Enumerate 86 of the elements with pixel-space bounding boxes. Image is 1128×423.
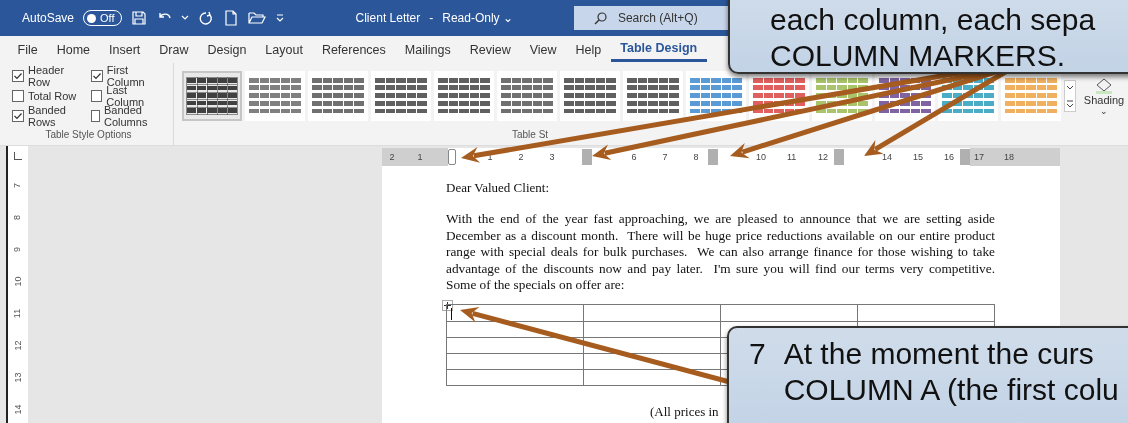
autosave-label: AutoSave (22, 11, 75, 25)
callout-text: COLUMN A (the first colu (783, 372, 1119, 408)
ruler-number: 8 (692, 152, 700, 162)
ruler-number: 3 (548, 152, 556, 162)
ruler-number: 11 (787, 152, 795, 162)
ruler-number: 11 (11, 308, 24, 319)
table-style-thumbnail[interactable] (1001, 71, 1061, 121)
ruler-number: 7 (11, 183, 24, 188)
ruler-number: 9 (11, 247, 24, 252)
ruler-number: 6 (630, 152, 638, 162)
ruler-number: 17 (974, 152, 982, 162)
indent-marker-icon[interactable] (448, 149, 456, 165)
option-checkbox[interactable]: First Column (90, 67, 165, 85)
table-style-thumbnail[interactable] (497, 71, 557, 121)
ribbon-tab[interactable]: Home (47, 37, 100, 62)
option-checkbox[interactable]: Banded Rows (12, 107, 81, 125)
shading-icon (1095, 78, 1113, 94)
group-label: Table St (512, 129, 549, 140)
column-marker[interactable] (960, 149, 970, 165)
ruler-number: 2 (517, 152, 525, 162)
redo-icon[interactable] (197, 10, 214, 26)
checkbox[interactable] (12, 110, 24, 122)
save-icon[interactable] (130, 10, 147, 26)
checkbox[interactable] (90, 70, 103, 82)
option-checkbox[interactable]: Banded Columns (90, 107, 165, 125)
read-only-menu[interactable]: Read-Only ⌄ (442, 11, 513, 25)
ruler-number: 14 (11, 404, 24, 415)
shading-button[interactable]: Shading ⌄ (1084, 78, 1128, 126)
checkbox[interactable] (12, 90, 24, 102)
caret-icon[interactable] (180, 14, 189, 22)
text-cursor (451, 307, 452, 320)
option-checkbox[interactable]: Total Row (12, 87, 81, 105)
group-label: Table Style Options (45, 129, 132, 140)
checkbox[interactable] (90, 110, 100, 122)
table-move-icon[interactable] (442, 299, 453, 311)
table-style-thumbnail[interactable] (182, 71, 242, 121)
ruler-number: 12 (818, 152, 826, 162)
ruler-number: 14 (882, 152, 890, 162)
new-document-icon[interactable] (222, 10, 239, 26)
table-style-thumbnail[interactable] (560, 71, 620, 121)
customize-icon[interactable] (274, 13, 285, 23)
ribbon-tab[interactable]: View (520, 37, 567, 62)
callout-text: At the moment the curs (783, 336, 1095, 372)
step-number: 7 (749, 336, 766, 372)
ribbon-tab[interactable]: Mailings (395, 37, 461, 62)
ribbon-tab[interactable]: Draw (149, 37, 198, 62)
callout-text: COLUMN MARKERS. (770, 38, 1067, 74)
ruler-number: 15 (913, 152, 921, 162)
body-paragraph: With the end of the year fast approaching, we are pleased to announce that we are setting aside December as a discount month. There will be huge price reductions available on our entire product range with special deals for bulk purchases. We can also arrange finance for those wishing to take advantage of the discounts now and pay later. I'm sure you will find our terms very competitive. Some of the specials on offer are: (446, 211, 995, 294)
window-title: Client Letter (355, 11, 421, 25)
ruler-number: 13 (11, 372, 24, 383)
ruler-number: 10 (756, 152, 764, 162)
salutation-text: Dear Valued Client: (446, 180, 550, 196)
ribbon-tab[interactable]: Layout (255, 37, 313, 62)
ruler-number: 12 (11, 340, 24, 351)
option-checkbox[interactable]: Header Row (12, 67, 81, 85)
footer-text: (All prices in (650, 403, 719, 420)
ruler-number: 7 (661, 152, 669, 162)
ruler-number: 16 (944, 152, 952, 162)
table-style-thumbnail[interactable] (623, 71, 683, 121)
ruler-number: 2 (388, 152, 396, 162)
ruler-number: 8 (11, 215, 24, 220)
column-marker[interactable] (708, 149, 718, 165)
checkbox[interactable] (12, 70, 24, 82)
ribbon-tab[interactable]: Help (566, 37, 611, 62)
ruler-number: 18 (1004, 152, 1012, 162)
ruler-number: 1 (416, 152, 424, 162)
table-style-thumbnail[interactable] (308, 71, 368, 121)
ribbon-tab[interactable]: References (312, 37, 396, 62)
title-separator: - (429, 11, 434, 25)
tab-selector-icon[interactable] (14, 152, 22, 160)
callout-text: each column, each sepa (770, 2, 1096, 38)
ribbon-tab[interactable]: Insert (99, 37, 150, 62)
option-checkbox[interactable]: Last Column (90, 87, 165, 105)
table-style-thumbnail[interactable] (434, 71, 494, 121)
search-icon (593, 11, 608, 25)
folder-icon[interactable] (247, 10, 266, 26)
column-marker[interactable] (834, 149, 844, 165)
ruler-number: 10 (11, 276, 24, 287)
column-marker[interactable] (582, 149, 592, 165)
table-style-thumbnail[interactable] (371, 71, 431, 121)
ribbon-tab[interactable]: Review (460, 37, 521, 62)
ribbon-tab[interactable]: Design (197, 37, 256, 62)
table-style-thumbnail[interactable] (245, 71, 305, 121)
checkbox[interactable] (90, 90, 103, 102)
ribbon-tab[interactable]: File (8, 37, 48, 62)
